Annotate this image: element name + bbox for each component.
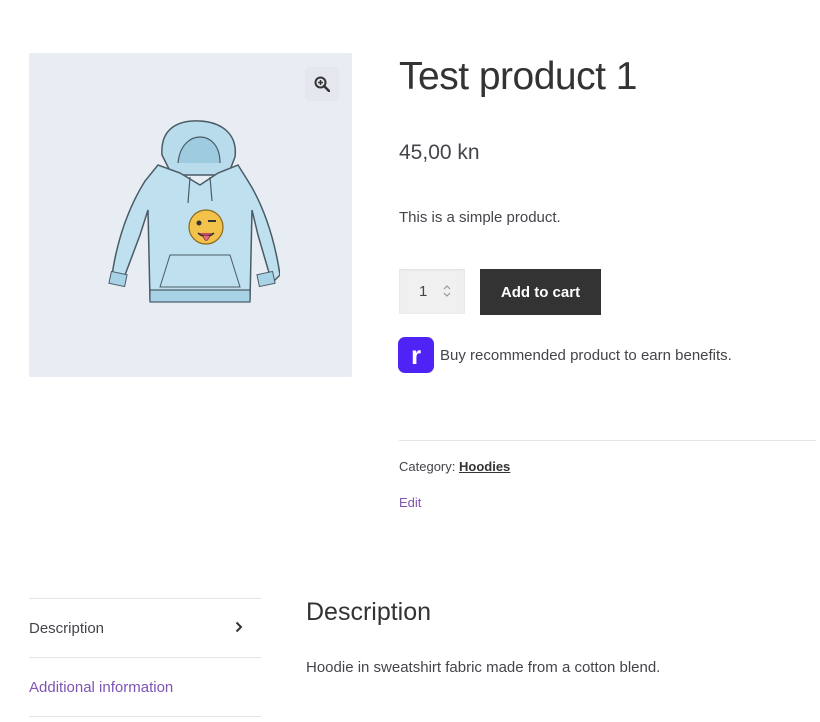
panel-title: Description xyxy=(306,598,432,626)
panel-text: Hoodie in sweatshirt fabric made from a … xyxy=(306,659,661,676)
reward-logo-icon: r xyxy=(398,337,434,373)
edit-link[interactable]: Edit xyxy=(399,495,421,510)
tab-additional-information[interactable]: Additional information xyxy=(29,657,261,717)
reward-banner: r Buy recommended product to earn benefi… xyxy=(398,337,732,373)
product-image[interactable] xyxy=(29,53,352,377)
chevron-right-icon xyxy=(235,621,243,633)
product-title: Test product 1 xyxy=(399,55,637,98)
tab-description[interactable]: Description xyxy=(29,598,261,657)
category-label: Category: xyxy=(399,459,456,474)
hoodie-illustration xyxy=(108,120,280,303)
product-price: 45,00 kn xyxy=(399,141,480,164)
magnifier-plus-icon xyxy=(314,76,330,92)
product-tabs: Description Additional information xyxy=(29,598,261,717)
reward-text: Buy recommended product to earn benefits… xyxy=(440,346,732,364)
meta-divider xyxy=(399,440,816,441)
tab-label: Description xyxy=(29,619,105,637)
category-link[interactable]: Hoodies xyxy=(459,459,510,474)
tab-label: Additional information xyxy=(29,678,174,696)
product-category: Category: Hoodies xyxy=(399,459,510,474)
quantity-stepper[interactable]: 1 xyxy=(399,269,465,314)
zoom-button[interactable] xyxy=(305,67,339,101)
spinner-arrows-icon[interactable] xyxy=(441,282,453,300)
product-short-description: This is a simple product. xyxy=(399,209,561,226)
add-to-cart-button[interactable]: Add to cart xyxy=(480,269,601,315)
quantity-value[interactable]: 1 xyxy=(419,283,427,300)
